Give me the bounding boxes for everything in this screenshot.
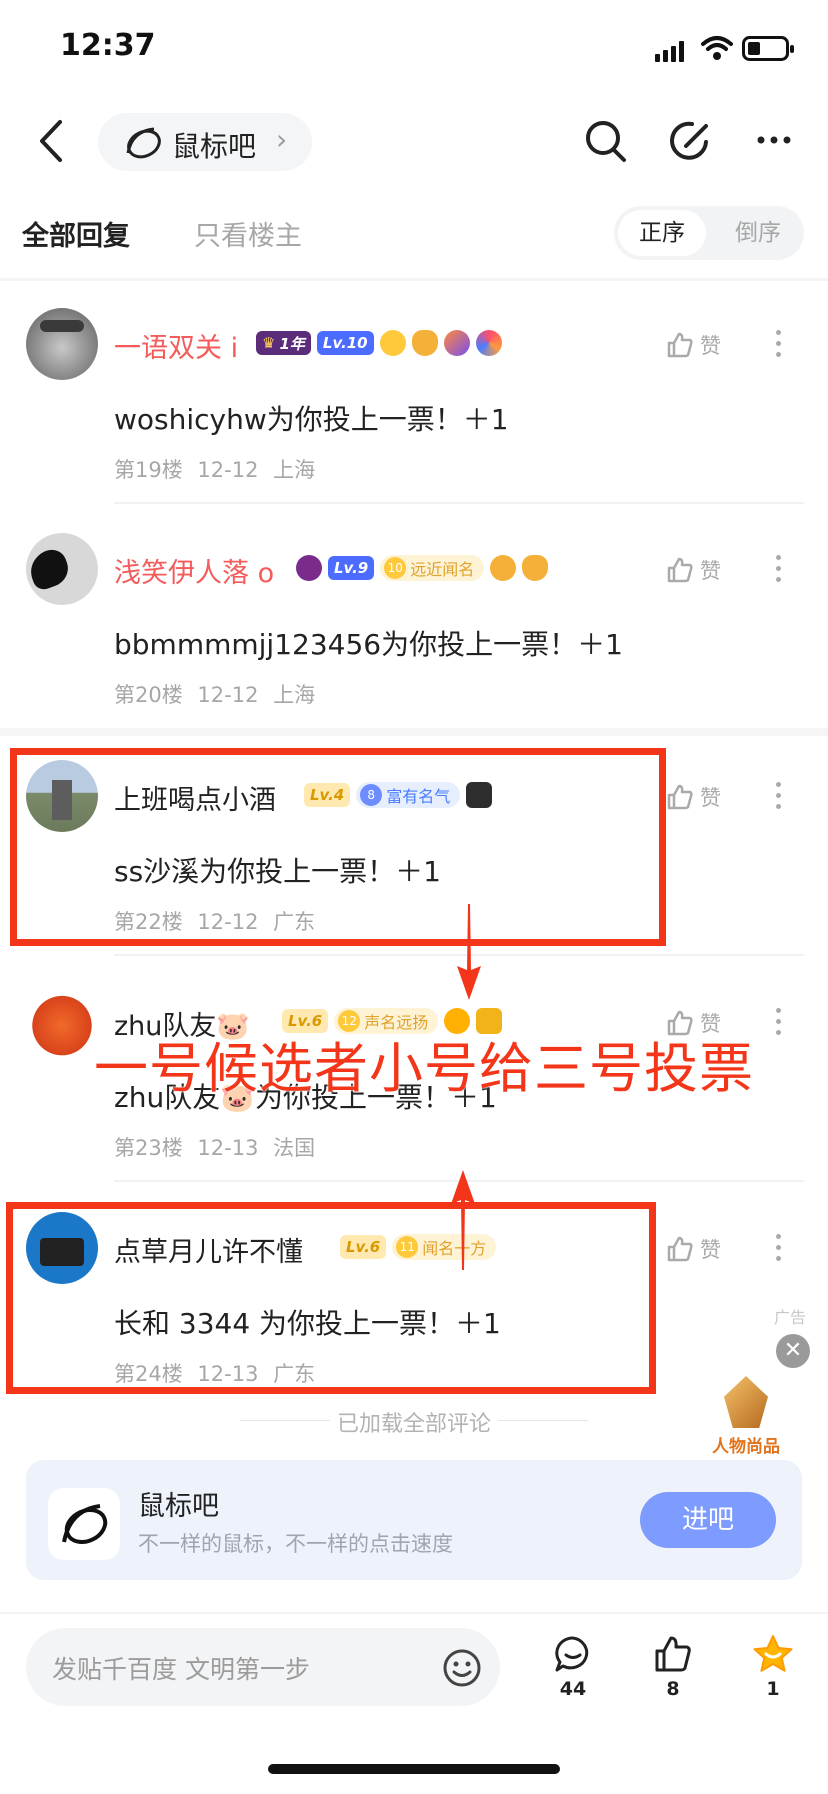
tabs-divider — [0, 278, 828, 281]
bear-icon — [490, 555, 517, 581]
ad-label: 广告 — [774, 1308, 807, 1327]
like-action[interactable]: 8 — [638, 1634, 708, 1700]
title-badge: 10 远近闻名 — [380, 555, 485, 581]
comment-meta: 第19楼 12-12 上海 — [114, 458, 316, 482]
back-icon[interactable] — [36, 118, 66, 164]
chevron-right-icon: › — [276, 123, 288, 156]
like-button[interactable]: 赞 — [666, 330, 721, 360]
emoji-icon[interactable] — [442, 1648, 482, 1688]
avatar[interactable] — [26, 533, 98, 605]
sort-desc-button[interactable]: 倒序 — [718, 210, 798, 256]
username[interactable]: 浅笑伊人落 o — [114, 551, 274, 590]
comment-item: 一语双关 i ♛ 1年 Lv.10 赞 woshicyhw为你投上一票！＋1 第1… — [0, 300, 828, 510]
highlight-box — [6, 1202, 656, 1394]
comment-more-icon[interactable] — [776, 330, 782, 363]
forum-pill[interactable]: 鼠标吧 › — [98, 113, 312, 171]
wifi-icon — [701, 36, 733, 60]
tab-owner-only[interactable]: 只看楼主 — [194, 214, 302, 253]
comment-action[interactable]: 44 — [538, 1634, 608, 1700]
thumbs-up-icon — [667, 557, 693, 583]
level-badge: Lv.9 — [328, 556, 375, 580]
loaded-all-text: 已加载全部评论 — [336, 1412, 491, 1437]
cat-icon — [411, 330, 438, 356]
like-button[interactable]: 赞 — [666, 555, 721, 585]
sort-asc-button[interactable]: 正序 — [618, 210, 706, 256]
badge-row: ♛ 1年 Lv.10 — [256, 330, 502, 356]
comment-more-icon[interactable] — [776, 1234, 782, 1267]
cat-icon — [522, 555, 549, 581]
star-action[interactable]: 1 — [738, 1634, 808, 1700]
like-count: 8 — [666, 1678, 680, 1700]
like-button[interactable]: 赞 — [666, 1234, 721, 1264]
thumbs-up-icon — [655, 1636, 691, 1672]
forum-card[interactable]: 鼠标吧 不一样的鼠标，不一样的点击速度 进吧 — [26, 1460, 802, 1580]
highlight-box — [10, 748, 666, 946]
medal-icon — [379, 330, 406, 356]
post-input-placeholder: 发贴千百度 文明第一步 — [52, 1655, 310, 1684]
loaded-divider-right — [498, 1420, 588, 1421]
comment-bubble-icon — [555, 1636, 589, 1672]
comment-more-icon[interactable] — [776, 1008, 782, 1041]
comment-text: bbmmmmjj123456为你投上一票！＋1 — [114, 628, 623, 661]
row-divider — [114, 502, 804, 504]
mouse-logo-icon — [62, 1504, 108, 1545]
comment-item: 浅笑伊人落 o Lv.9 10 远近闻名 赞 bbmmmmjj123456为你投上… — [0, 525, 828, 735]
search-icon[interactable] — [584, 118, 628, 164]
thumbs-up-icon — [667, 784, 693, 810]
more-icon[interactable] — [756, 134, 792, 146]
comment-more-icon[interactable] — [776, 555, 782, 588]
year-badge: ♛ 1年 — [256, 331, 311, 355]
forum-card-subtitle: 不一样的鼠标，不一样的点击速度 — [138, 1532, 453, 1556]
like-button[interactable]: 赞 — [666, 782, 721, 812]
star-icon — [753, 1635, 793, 1672]
arrow-down-icon — [457, 904, 481, 1000]
comment-meta: 第20楼 12-12 上海 — [114, 683, 316, 707]
comment-meta: 第23楼 12-13 法国 — [114, 1136, 316, 1160]
arrow-up-icon — [451, 1170, 475, 1270]
ad-close-button[interactable]: ✕ — [776, 1334, 810, 1368]
thumbs-up-icon — [667, 332, 693, 358]
home-indicator — [268, 1764, 560, 1774]
edit-icon[interactable] — [668, 118, 714, 164]
comment-count: 44 — [559, 1678, 587, 1700]
sort-toggle: 正序 倒序 — [614, 206, 804, 260]
enter-forum-button[interactable]: 进吧 — [640, 1492, 776, 1548]
forum-name: 鼠标吧 — [172, 130, 257, 163]
forum-card-logo — [48, 1488, 120, 1560]
post-input[interactable]: 发贴千百度 文明第一步 — [26, 1628, 500, 1706]
crown-icon — [296, 555, 322, 581]
battery-icon — [742, 36, 794, 61]
star-count: 1 — [766, 1678, 780, 1700]
level-badge: Lv.10 — [316, 331, 374, 355]
status-time: 12:37 — [60, 28, 156, 63]
swirl-icon — [475, 330, 502, 356]
signal-icon — [655, 40, 689, 62]
comment-text: woshicyhw为你投上一票！＋1 — [114, 403, 509, 436]
forum-card-title: 鼠标吧 — [138, 1491, 219, 1522]
thumbs-up-icon — [667, 1236, 693, 1262]
username[interactable]: 一语双关 i — [114, 326, 238, 365]
tab-all-replies[interactable]: 全部回复 — [22, 214, 130, 253]
planet-icon — [443, 330, 470, 356]
annotation-text: 一号候选者小号给三号投票 — [94, 1037, 754, 1100]
comment-more-icon[interactable] — [776, 782, 782, 815]
section-divider — [0, 728, 828, 736]
badge-row: Lv.9 10 远近闻名 — [296, 555, 549, 581]
avatar[interactable] — [26, 986, 98, 1058]
avatar[interactable] — [26, 308, 98, 380]
forum-logo-icon — [126, 127, 161, 159]
